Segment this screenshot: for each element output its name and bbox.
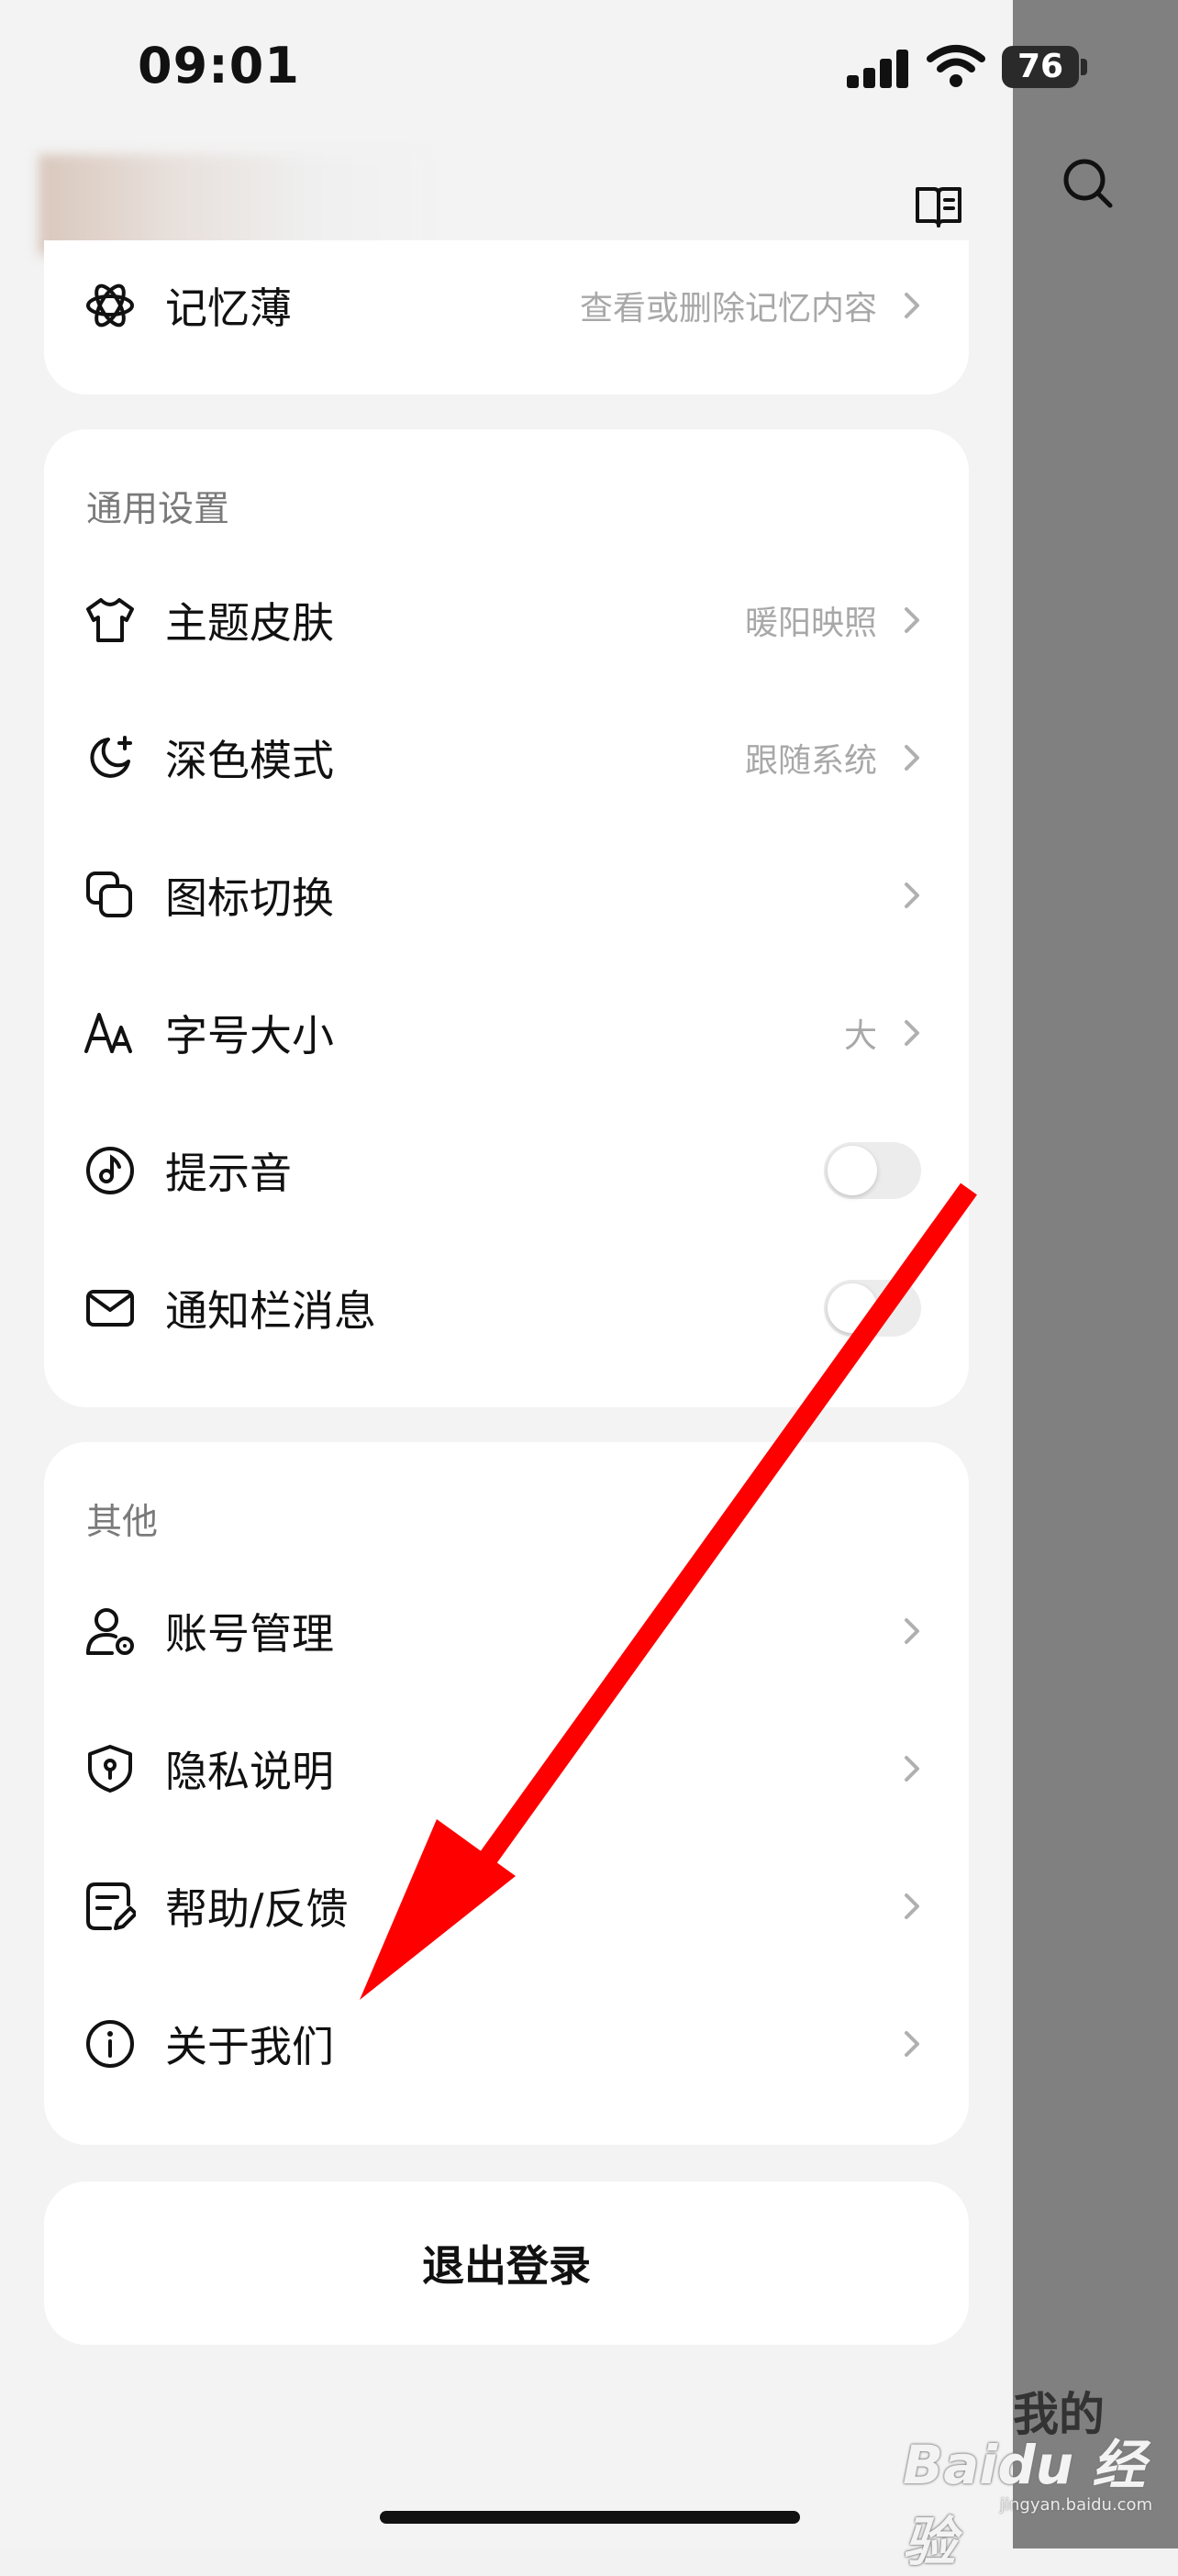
watermark-url: jingyan.baidu.com	[1000, 2495, 1153, 2515]
annotation-arrow	[360, 1183, 977, 2000]
